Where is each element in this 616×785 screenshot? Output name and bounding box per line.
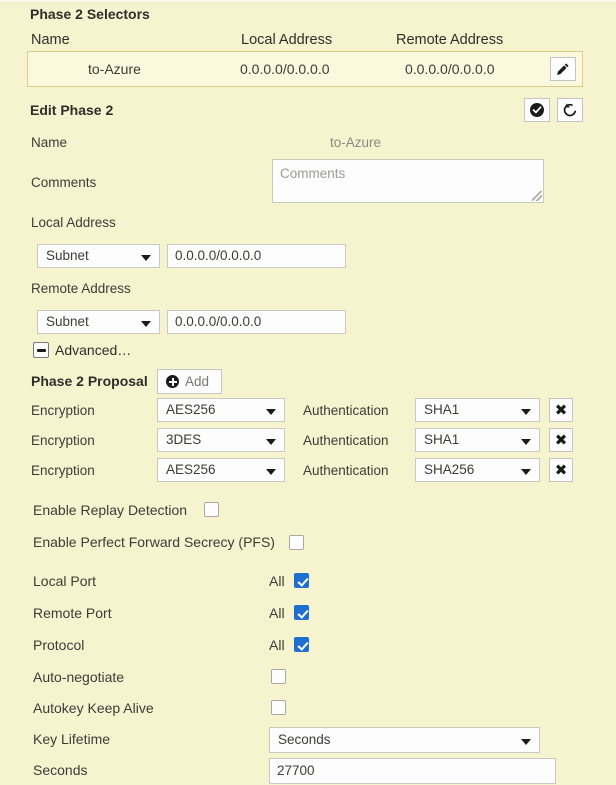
authentication-label: Authentication [303,403,389,419]
add-button-label: Add [185,374,209,389]
selector-name: to-Azure [88,61,141,77]
name-value: to-Azure [330,135,381,151]
authentication-select[interactable]: SHA1 [415,398,540,422]
seconds-value: 27700 [277,763,315,778]
advanced-toggle[interactable]: Advanced… [33,342,131,358]
encryption-select[interactable]: AES256 [157,458,285,482]
authentication-value: SHA1 [424,432,459,447]
remote-address-input[interactable]: 0.0.0.0/0.0.0.0 [167,310,346,334]
phase2-proposal-label: Phase 2 Proposal [31,373,148,389]
authentication-label: Authentication [303,433,389,449]
proposal-row: Encryption 3DES Authentication SHA1 ✖ [0,428,616,454]
key-lifetime-value: Seconds [278,732,331,747]
plus-circle-icon [166,375,179,388]
chevron-down-icon [521,409,531,415]
local-address-type-value: Subnet [46,248,89,263]
local-address-type-select[interactable]: Subnet [37,244,160,268]
remote-address-label: Remote Address [31,281,131,297]
chevron-down-icon [141,255,151,261]
seconds-label: Seconds [33,762,87,778]
local-port-label: Local Port [33,573,96,589]
protocol-all-label: All [269,637,285,653]
auto-negotiate-checkbox[interactable] [271,669,286,684]
close-x-icon[interactable]: ✖ [549,458,573,482]
name-label: Name [31,135,67,151]
authentication-select[interactable]: SHA1 [415,428,540,452]
remote-address-value: 0.0.0.0/0.0.0.0 [175,314,261,329]
encryption-label: Encryption [31,463,95,479]
comments-textarea[interactable]: Comments [272,159,544,203]
auto-negotiate-label: Auto-negotiate [33,669,124,685]
chevron-down-icon [521,439,531,445]
encryption-label: Encryption [31,433,95,449]
proposal-row: Encryption AES256 Authentication SHA1 ✖ [0,398,616,424]
replay-detection-label: Enable Replay Detection [33,502,187,518]
check-circle-icon[interactable] [524,98,550,122]
table-row[interactable]: to-Azure 0.0.0.0/0.0.0.0 0.0.0.0/0.0.0.0 [27,51,583,87]
authentication-label: Authentication [303,463,389,479]
chevron-down-icon [266,409,276,415]
pfs-checkbox[interactable] [289,535,304,550]
seconds-input[interactable]: 27700 [269,758,556,784]
selector-local-address: 0.0.0.0/0.0.0.0 [240,61,330,77]
encryption-value: AES256 [166,462,216,477]
pencil-icon[interactable] [550,57,576,81]
selector-remote-address: 0.0.0.0/0.0.0.0 [405,61,495,77]
close-x-icon[interactable]: ✖ [549,428,573,452]
advanced-label: Advanced… [55,342,131,358]
local-port-all-checkbox[interactable] [294,573,309,588]
chevron-down-icon [521,739,531,745]
authentication-value: SHA1 [424,402,459,417]
comments-label: Comments [31,175,96,191]
proposal-row: Encryption AES256 Authentication SHA256 … [0,458,616,484]
remote-address-type-select[interactable]: Subnet [37,310,160,334]
resize-handle-icon[interactable] [532,191,542,201]
undo-icon[interactable] [557,98,583,122]
autokey-keep-alive-label: Autokey Keep Alive [33,700,154,716]
encryption-value: AES256 [166,402,216,417]
column-header-remote-address: Remote Address [396,32,503,48]
key-lifetime-select[interactable]: Seconds [269,727,540,753]
remote-port-label: Remote Port [33,605,112,621]
encryption-select[interactable]: 3DES [157,428,285,452]
local-port-all-label: All [269,573,285,589]
local-address-input[interactable]: 0.0.0.0/0.0.0.0 [167,244,346,268]
autokey-keep-alive-checkbox[interactable] [271,700,286,715]
comments-placeholder: Comments [280,166,345,181]
encryption-value: 3DES [166,432,201,447]
edit-phase2-title: Edit Phase 2 [30,102,113,118]
local-address-value: 0.0.0.0/0.0.0.0 [175,248,261,263]
authentication-select[interactable]: SHA256 [415,458,540,482]
remote-port-all-label: All [269,605,285,621]
remote-port-all-checkbox[interactable] [294,605,309,620]
chevron-down-icon [266,469,276,475]
column-header-name: Name [31,32,70,48]
replay-detection-checkbox[interactable] [204,502,219,517]
minus-square-icon [33,342,49,358]
chevron-down-icon [266,439,276,445]
encryption-select[interactable]: AES256 [157,398,285,422]
pfs-label: Enable Perfect Forward Secrecy (PFS) [33,534,275,550]
phase2-selectors-title: Phase 2 Selectors [30,6,150,22]
local-address-label: Local Address [31,215,116,231]
add-proposal-button[interactable]: Add [157,369,222,394]
chevron-down-icon [141,321,151,327]
encryption-label: Encryption [31,403,95,419]
key-lifetime-label: Key Lifetime [33,731,110,747]
chevron-down-icon [521,469,531,475]
remote-address-type-value: Subnet [46,314,89,329]
protocol-label: Protocol [33,637,84,653]
close-x-icon[interactable]: ✖ [549,398,573,422]
authentication-value: SHA256 [424,462,474,477]
column-header-local-address: Local Address [241,32,332,48]
phase2-editor-page: Phase 2 Selectors Name Local Address Rem… [0,0,616,785]
protocol-all-checkbox[interactable] [294,637,309,652]
